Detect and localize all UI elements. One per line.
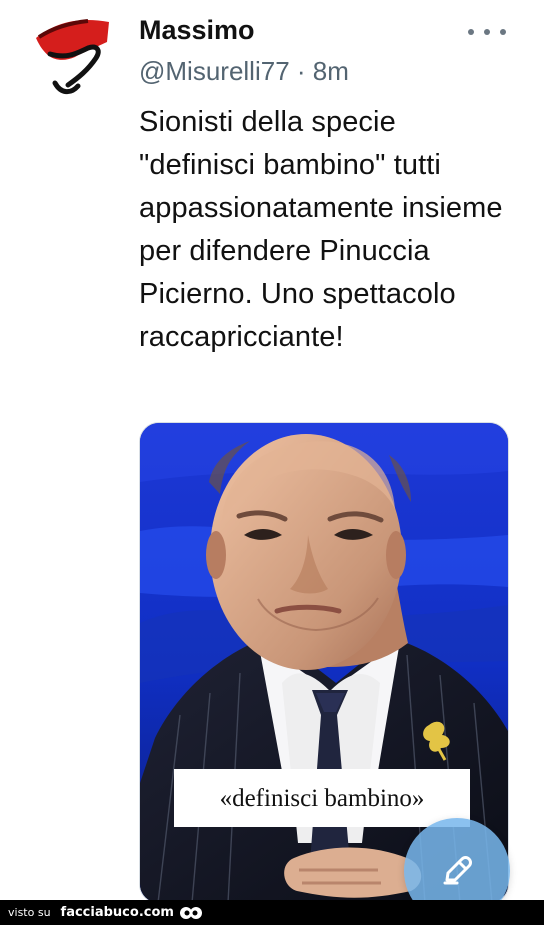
tweet-text: Sionisti della specie "definisci bambino…: [139, 106, 503, 353]
tweet-card: Massimo @Misurelli77 · 8m Sionisti della…: [0, 0, 544, 924]
compose-icon: [443, 856, 472, 885]
more-dot: [484, 29, 490, 35]
more-horizontal-icon[interactable]: [468, 18, 506, 46]
handle-row: @Misurelli77 · 8m: [139, 55, 474, 87]
footer-prefix: visto su: [8, 906, 51, 919]
tweet-timestamp[interactable]: 8m: [313, 56, 349, 86]
author-handle[interactable]: @Misurelli77: [139, 56, 290, 86]
author-block: Massimo @Misurelli77 · 8m: [139, 13, 474, 87]
avatar[interactable]: [30, 14, 114, 98]
author-name[interactable]: Massimo: [139, 13, 474, 47]
eyes-icon: [179, 906, 202, 919]
meta-separator: ·: [296, 56, 306, 86]
more-dot: [468, 29, 474, 35]
footer-site-link[interactable]: facciabuco.com: [61, 905, 174, 920]
footer-watermark: visto su facciabuco.com: [0, 900, 544, 925]
media-caption: «definisci bambino»: [174, 769, 470, 827]
more-dot: [500, 29, 506, 35]
